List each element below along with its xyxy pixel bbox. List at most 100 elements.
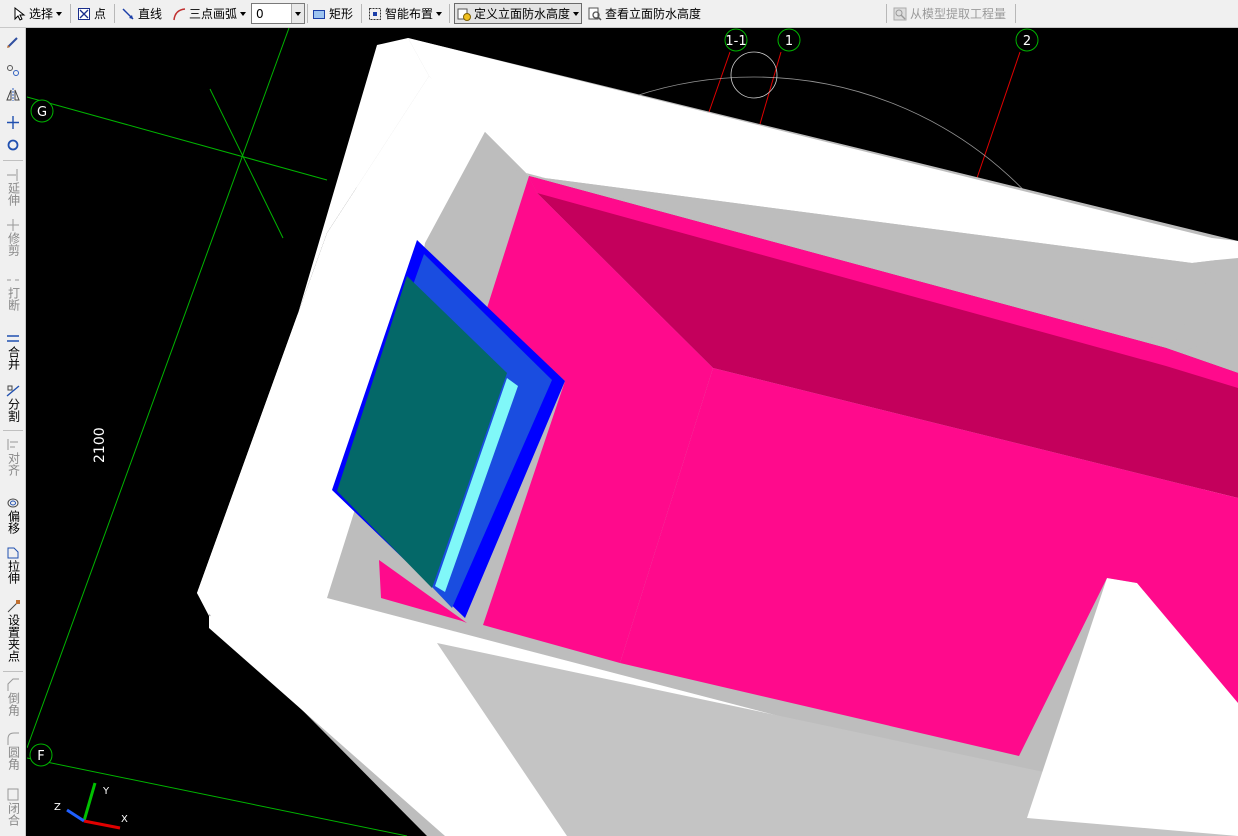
mirror-tool-button[interactable] (2, 88, 24, 102)
toolbar-divider (886, 4, 887, 23)
extend-label: 延伸 (6, 182, 21, 206)
ucs-x-axis (83, 819, 121, 830)
close-shape-icon (6, 788, 20, 801)
offset-icon (6, 496, 20, 509)
trim-icon (6, 218, 20, 231)
merge-icon (6, 332, 20, 345)
chevron-down-icon[interactable] (291, 4, 304, 23)
break-button[interactable]: 打断 (2, 273, 24, 311)
scene-canvas: G F 1-1 1 2 2100 Y X Z (27, 28, 1238, 836)
trim-label: 修剪 (6, 232, 21, 256)
arc-radius-combo[interactable]: 0 (251, 3, 305, 24)
arc-dropdown-icon (240, 11, 247, 16)
smart-layout-icon (368, 7, 382, 21)
grip-icon (6, 600, 20, 613)
axis-label-1-1: 1-1 (725, 34, 746, 49)
point-icon (77, 7, 91, 21)
ucs-icon: Y X Z (54, 782, 128, 830)
move-icon (6, 116, 20, 129)
rect-label: 矩形 (329, 7, 354, 21)
merge-button[interactable]: 合并 (2, 332, 24, 370)
axis-label-g: G (37, 105, 47, 120)
toolbar-divider (3, 160, 23, 161)
split-icon (6, 384, 20, 397)
set-grip-button[interactable]: 设置夹点 (2, 600, 24, 662)
ucs-z-axis (66, 808, 85, 823)
toolbar-divider (307, 4, 308, 23)
axis-label-f: F (37, 749, 44, 764)
trim-button[interactable]: 修剪 (2, 218, 24, 256)
point-button[interactable]: 点 (77, 3, 106, 24)
rect-button[interactable]: 矩形 (312, 3, 353, 24)
toolbar-divider (361, 4, 362, 23)
define-height-dropdown-icon (573, 11, 580, 16)
split-label: 分割 (6, 398, 21, 422)
main-toolbar: 选择 点 直线 三点画弧 0 矩形 智能布置 定义立面防水高度 查看立面防水高度… (0, 0, 1238, 28)
smart-layout-button[interactable]: 智能布置 (368, 3, 443, 24)
select-label: 选择 (29, 7, 54, 21)
chamfer-label: 倒角 (6, 692, 21, 716)
axis-line-1-1 (708, 51, 731, 113)
toolbar-divider (114, 4, 115, 23)
chamfer-button[interactable]: 倒角 (2, 678, 24, 716)
define-height-icon (457, 7, 471, 21)
define-height-label: 定义立面防水高度 (474, 7, 571, 21)
smart-layout-label: 智能布置 (385, 7, 434, 21)
select-dropdown-icon (56, 11, 63, 16)
fillet-button[interactable]: 圆角 (2, 732, 24, 770)
define-height-button[interactable]: 定义立面防水高度 (454, 3, 583, 24)
align-label: 对齐 (6, 452, 21, 476)
line-button[interactable]: 直线 (121, 3, 162, 24)
brush-icon (6, 36, 20, 49)
arc-label: 三点画弧 (189, 7, 238, 21)
align-icon (6, 438, 20, 451)
ucs-x-label: X (121, 814, 128, 825)
extend-button[interactable]: 延伸 (2, 168, 24, 206)
stretch-button[interactable]: 拉伸 (2, 546, 24, 584)
select-button[interactable]: 选择 (12, 3, 63, 24)
copy-tool-button[interactable] (2, 64, 24, 78)
smart-layout-dropdown-icon (436, 11, 443, 16)
ucs-y-axis (82, 782, 97, 822)
dimension-label: 2100 (92, 427, 108, 463)
arc-icon (172, 7, 186, 21)
axis-line-f (27, 757, 408, 836)
axis-label-2: 2 (1023, 34, 1031, 49)
rotate-tool-button[interactable] (2, 138, 24, 152)
toolbar-divider (3, 430, 23, 431)
toolbar-divider (70, 4, 71, 23)
orbit-handle-top[interactable] (730, 51, 778, 99)
view-height-icon (588, 7, 602, 21)
break-label: 打断 (6, 287, 21, 311)
stretch-icon (6, 546, 20, 559)
axis-line-1 (759, 51, 782, 125)
copy-icon (6, 64, 20, 77)
line-icon (121, 7, 135, 21)
close-shape-label: 闭合 (6, 802, 21, 826)
break-icon (6, 273, 20, 286)
extend-icon (6, 168, 20, 181)
axis-line-g (27, 96, 328, 181)
align-button[interactable]: 对齐 (2, 438, 24, 476)
merge-label: 合并 (6, 346, 21, 370)
brush-tool-button[interactable] (2, 36, 24, 50)
view-height-button[interactable]: 查看立面防水高度 (588, 3, 701, 24)
axis-line-2 (976, 51, 1021, 179)
fillet-icon (6, 732, 20, 745)
3d-viewport[interactable]: G F 1-1 1 2 2100 Y X Z (27, 28, 1238, 836)
toolbar-divider (3, 671, 23, 672)
line-label: 直线 (138, 7, 163, 21)
extract-label: 从模型提取工程量 (910, 7, 1007, 21)
arc-button[interactable]: 三点画弧 (172, 3, 247, 24)
set-grip-label: 设置夹点 (6, 614, 21, 662)
split-button[interactable]: 分割 (2, 384, 24, 422)
offset-button[interactable]: 偏移 (2, 496, 24, 534)
mirror-icon (6, 88, 20, 101)
extract-quantity-button[interactable]: 从模型提取工程量 (893, 3, 1006, 24)
chamfer-icon (6, 678, 20, 691)
move-tool-button[interactable] (2, 116, 24, 130)
stretch-label: 拉伸 (6, 560, 21, 584)
toolbar-divider (449, 4, 450, 23)
fillet-label: 圆角 (6, 746, 21, 770)
close-shape-button[interactable]: 闭合 (2, 788, 24, 826)
